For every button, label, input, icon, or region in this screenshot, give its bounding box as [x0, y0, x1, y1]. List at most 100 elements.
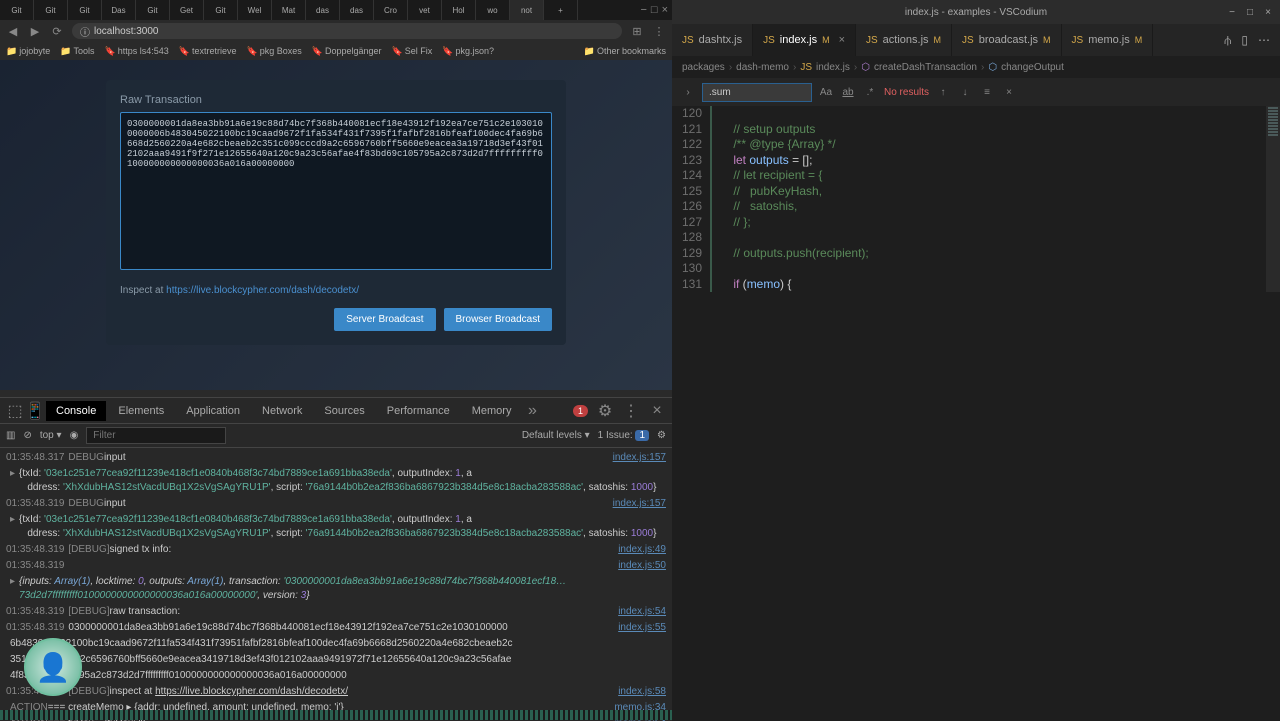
minimize-icon[interactable]: − — [1224, 7, 1240, 18]
tab[interactable]: Git — [0, 0, 34, 20]
lock-icon: ⓘ — [80, 24, 90, 39]
avatar[interactable]: 👤 — [24, 638, 82, 696]
breadcrumb[interactable]: packages› dash-memo› JS index.js› ⬡ crea… — [672, 56, 1280, 78]
editor-tab[interactable]: JS dashtx.js — [672, 24, 753, 56]
editor-tab[interactable]: JS memo.js M — [1062, 24, 1154, 56]
device-toggle-icon[interactable]: 📱 — [26, 401, 44, 421]
other-bookmarks[interactable]: 📁 Other bookmarks — [584, 46, 666, 57]
activity-bar — [0, 710, 672, 720]
close-icon[interactable]: × — [662, 4, 668, 16]
gear-icon[interactable]: ⚙ — [657, 430, 666, 441]
context-selector[interactable]: top ▾ — [40, 430, 62, 441]
close-icon[interactable]: × — [1260, 7, 1276, 18]
bookmark[interactable]: 📁 Tools — [60, 46, 94, 57]
compare-icon[interactable]: ⫛ — [1224, 33, 1231, 48]
tab[interactable]: Wel — [238, 0, 272, 20]
tab-sources[interactable]: Sources — [314, 401, 374, 421]
more-icon[interactable]: ⋯ — [1258, 33, 1270, 48]
bookmark[interactable]: 🔖 Sel Fix — [392, 46, 433, 57]
tab[interactable]: Cro — [374, 0, 408, 20]
tab[interactable]: Mat — [272, 0, 306, 20]
levels-selector[interactable]: Default levels ▾ — [522, 430, 590, 441]
tab[interactable]: vet — [408, 0, 442, 20]
browser-window: Git Git Git Das Git Get Git Wel Mat das … — [0, 0, 672, 720]
raw-tx-label: Raw Transaction — [120, 94, 552, 106]
bookmark[interactable]: 🔖 pkg.json? — [442, 46, 494, 57]
tab[interactable]: Get — [170, 0, 204, 20]
tab[interactable]: das — [306, 0, 340, 20]
inspect-link[interactable]: https://live.blockcypher.com/dash/decode… — [166, 285, 359, 296]
reader-icon[interactable]: ⊞ — [630, 24, 644, 38]
editor-tab[interactable]: JS broadcast.js M — [952, 24, 1061, 56]
bookmark[interactable]: 🔖 https ls4:543 — [104, 46, 168, 57]
eye-icon[interactable]: ◉ — [70, 430, 79, 441]
split-icon[interactable]: ▯ — [1241, 33, 1248, 48]
tab[interactable]: Das — [102, 0, 136, 20]
tab[interactable]: Git — [136, 0, 170, 20]
editor-tab[interactable]: JS actions.js M — [856, 24, 952, 56]
code-editor[interactable]: 120121122123124125126127128129130131 // … — [672, 106, 1266, 292]
devtools-tabs: ⬚ 📱 Console Elements Application Network… — [0, 398, 672, 424]
maximize-icon[interactable]: □ — [651, 4, 658, 16]
tab-application[interactable]: Application — [176, 401, 250, 421]
new-tab-button[interactable]: + — [544, 0, 578, 20]
tab[interactable]: Git — [68, 0, 102, 20]
devtools: ⬚ 📱 Console Elements Application Network… — [0, 397, 672, 720]
bookmarks-bar: 📁 jojobyte 📁 Tools 🔖 https ls4:543 🔖 tex… — [0, 42, 672, 60]
chevron-right-icon[interactable]: › — [680, 87, 696, 98]
forward-button[interactable]: ▶ — [28, 24, 42, 38]
tab-network[interactable]: Network — [252, 401, 312, 421]
bookmark[interactable]: 🔖 Doppelgänger — [312, 46, 382, 57]
whole-word-icon[interactable]: ab — [840, 87, 856, 98]
minimap[interactable] — [1266, 106, 1280, 292]
raw-tx-textarea[interactable]: 0300000001da8ea3bb91a6e19c88d74bc7f368b4… — [120, 112, 552, 270]
server-broadcast-button[interactable]: Server Broadcast — [334, 308, 435, 331]
minimize-icon[interactable]: − — [640, 4, 646, 16]
issues-link[interactable]: 1 Issue: 1 — [598, 430, 649, 441]
inspect-element-icon[interactable]: ⬚ — [6, 401, 24, 421]
tab-elements[interactable]: Elements — [108, 401, 174, 421]
tab[interactable]: Git — [204, 0, 238, 20]
gear-icon[interactable]: ⚙ — [596, 401, 614, 421]
menu-icon[interactable]: ⋮ — [652, 24, 666, 38]
tab-performance[interactable]: Performance — [377, 401, 460, 421]
regex-icon[interactable]: .* — [862, 87, 878, 98]
sidebar-toggle-icon[interactable]: ▥ — [6, 430, 15, 441]
match-case-icon[interactable]: Aa — [818, 87, 834, 98]
reload-button[interactable]: ⟳ — [50, 24, 64, 38]
editor-tabs: JS dashtx.jsJS index.js M×JS actions.js … — [672, 24, 1280, 56]
console-output[interactable]: 01:35:48.317 DEBUG inputindex.js:157▸{tx… — [0, 448, 672, 721]
find-results: No results — [884, 87, 929, 98]
close-icon[interactable]: × — [1001, 87, 1017, 98]
vscodium-window: index.js - examples - VSCodium − □ × JS … — [672, 0, 1280, 720]
browser-tabs: Git Git Git Das Git Get Git Wel Mat das … — [0, 0, 672, 20]
editor-find-bar: › Aa ab .* No results ↑ ↓ ≡ × — [672, 78, 1280, 106]
menu-icon[interactable]: ⋮ — [622, 401, 640, 421]
window-title: index.js - examples - VSCodium − □ × — [672, 0, 1280, 24]
tab[interactable]: not — [510, 0, 544, 20]
address-input[interactable]: ⓘ localhost:3000 — [72, 23, 622, 39]
tab[interactable]: wo — [476, 0, 510, 20]
back-button[interactable]: ◀ — [6, 24, 20, 38]
prev-match-icon[interactable]: ↑ — [935, 87, 951, 98]
more-tabs-icon[interactable]: » — [523, 402, 541, 420]
tab[interactable]: das — [340, 0, 374, 20]
close-icon[interactable]: × — [648, 402, 666, 420]
tab[interactable]: Git — [34, 0, 68, 20]
error-badge[interactable]: 1 — [573, 405, 588, 417]
bookmark[interactable]: 🔖 pkg Boxes — [247, 46, 302, 57]
bookmark[interactable]: 📁 jojobyte — [6, 46, 50, 57]
browser-broadcast-button[interactable]: Browser Broadcast — [444, 308, 552, 331]
editor-tab[interactable]: JS index.js M× — [753, 24, 856, 56]
clear-console-icon[interactable]: ⊘ — [23, 430, 31, 441]
next-match-icon[interactable]: ↓ — [957, 87, 973, 98]
tab-console[interactable]: Console — [46, 401, 106, 421]
tab[interactable]: Hol — [442, 0, 476, 20]
bookmark[interactable]: 🔖 textretrieve — [179, 46, 237, 57]
transaction-card: Raw Transaction 0300000001da8ea3bb91a6e1… — [106, 80, 566, 345]
maximize-icon[interactable]: □ — [1242, 7, 1258, 18]
tab-memory[interactable]: Memory — [462, 401, 522, 421]
filter-icon[interactable]: ≡ — [979, 87, 995, 98]
find-input[interactable] — [702, 83, 812, 102]
filter-input[interactable] — [86, 427, 226, 444]
